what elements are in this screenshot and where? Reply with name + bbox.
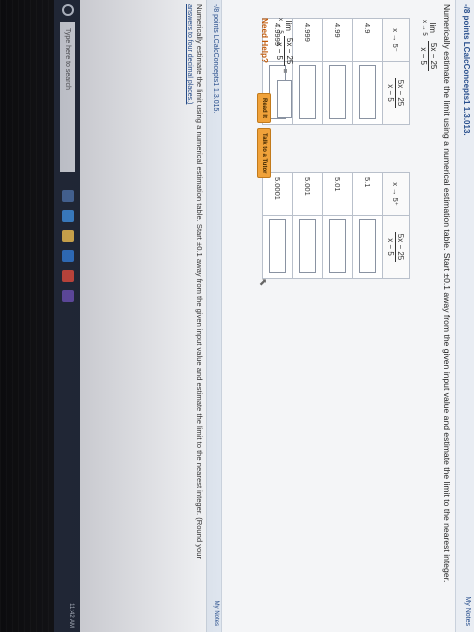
- taskbar-search-input[interactable]: Type here to search: [60, 22, 75, 172]
- answer-input[interactable]: [299, 65, 316, 119]
- table-row: 5.01: [322, 172, 353, 279]
- x-value: 5.01: [322, 172, 353, 216]
- x-value: 5.1: [352, 172, 383, 216]
- talk-to-tutor-button[interactable]: Talk to a Tutor: [257, 128, 271, 179]
- limit-numerator: 5x − 25: [428, 40, 438, 72]
- chrome-icon[interactable]: [62, 270, 74, 282]
- my-notes-link[interactable]: My Notes: [464, 596, 471, 626]
- table-row: 5.001: [292, 172, 323, 279]
- file-explorer-icon[interactable]: [62, 230, 74, 242]
- left-x-header: x → 5⁻: [382, 18, 410, 62]
- cortana-icon[interactable]: [62, 4, 74, 16]
- limit-answer-row: lim x → 5 5x − 25 x − 5 =: [275, 18, 294, 118]
- table-row: 4.9: [352, 18, 383, 125]
- table-row: 5.0001: [262, 172, 293, 279]
- limit-answer-input[interactable]: [277, 79, 292, 118]
- limit-fraction: 5x − 25 x − 5: [419, 40, 438, 72]
- app-icon[interactable]: [62, 290, 74, 302]
- right-x-header: x → 5⁺: [382, 172, 410, 216]
- rotated-screen: -/8 points LCalcConcepts1 1.3.013. My No…: [54, 0, 474, 632]
- limit-expression: lim x → 5 5x − 25 x − 5: [419, 20, 438, 72]
- x-value: 5.001: [292, 172, 323, 216]
- next-question-text: Numerically estimate the limit using a n…: [195, 4, 204, 559]
- taskbar-clock: 11:42 AM: [68, 603, 74, 628]
- lim-operator: lim x → 5: [421, 20, 438, 36]
- windows-taskbar: Type here to search 11:42 AM: [54, 0, 80, 632]
- answer-input[interactable]: [359, 65, 376, 119]
- answer-input[interactable]: [269, 219, 286, 273]
- x-value: 4.99: [322, 18, 353, 62]
- question-header: -/8 points LCalcConcepts1 1.3.013. My No…: [455, 0, 474, 632]
- next-my-notes-link[interactable]: My Notes: [213, 601, 219, 626]
- store-icon[interactable]: [62, 250, 74, 262]
- table-row: 5.1: [352, 172, 383, 279]
- answer-input[interactable]: [359, 219, 376, 273]
- right-estimation-table: x → 5⁺ 5x − 25 x − 5 5.1 5.01 5.001 5.000…: [262, 172, 410, 279]
- edge-icon[interactable]: [62, 210, 74, 222]
- next-question-points: -/8 points LCalcConcepts1 1.3.015.: [212, 4, 219, 114]
- x-value: 4.9: [352, 18, 383, 62]
- table-row: 4.99: [322, 18, 353, 125]
- question-instruction: Numerically estimate the limit using a n…: [442, 4, 452, 583]
- x-value: 5.0001: [262, 172, 293, 216]
- task-view-icon[interactable]: [62, 190, 74, 202]
- limit-denominator: x − 5: [419, 47, 428, 65]
- answer-input[interactable]: [329, 219, 346, 273]
- left-f-header: 5x − 25 x − 5: [382, 61, 410, 125]
- x-value: 4.999: [292, 18, 323, 62]
- next-question-subtext: answers to four decimal places.): [186, 4, 193, 105]
- question-points: -/8 points LCalcConcepts1 1.3.013.: [462, 4, 471, 136]
- answer-input[interactable]: [329, 65, 346, 119]
- read-it-button[interactable]: Read It: [257, 93, 271, 124]
- next-question-header: -/8 points LCalcConcepts1 1.3.015. My No…: [206, 0, 222, 632]
- mouse-cursor-icon: ⬉: [257, 278, 268, 287]
- need-help-label: Need Help?: [260, 18, 269, 64]
- table-row: 4.999: [292, 18, 323, 125]
- right-f-header: 5x − 25 x − 5: [382, 215, 410, 279]
- answer-input[interactable]: [299, 219, 316, 273]
